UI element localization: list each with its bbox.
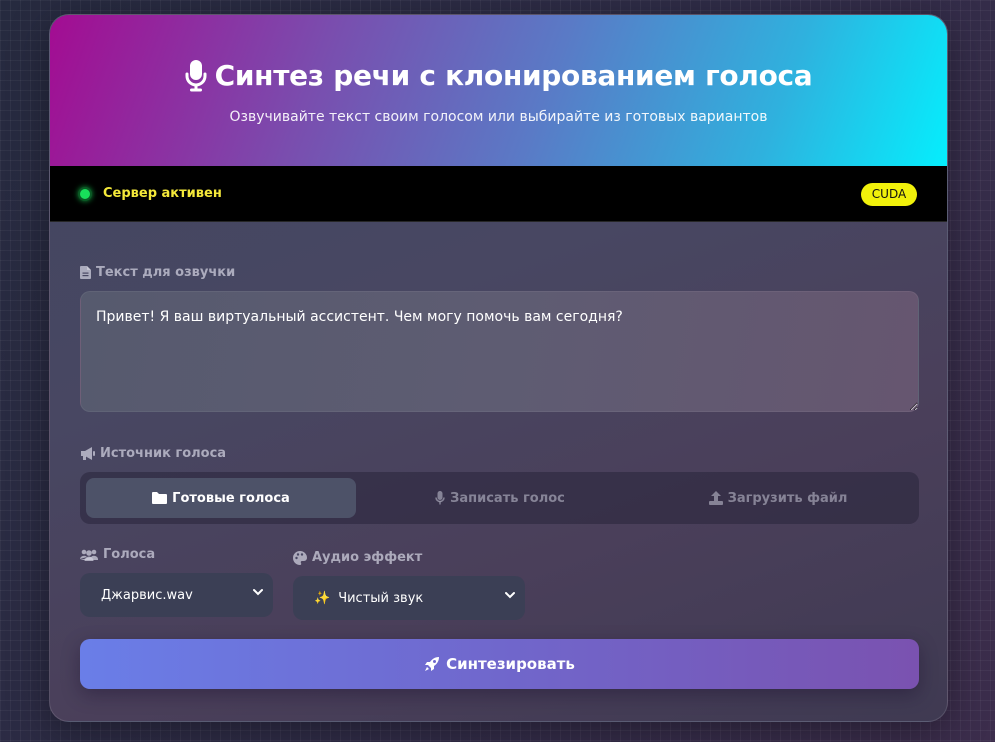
users-icon <box>80 549 98 561</box>
voice-select[interactable]: Джарвис.wav <box>80 573 273 617</box>
rocket-icon <box>425 657 440 671</box>
megaphone-icon <box>81 447 95 460</box>
folder-icon <box>152 492 168 504</box>
status-text: Сервер активен <box>103 186 222 201</box>
audio-effect-select[interactable]: ✨ Чистый звук <box>293 576 525 620</box>
upload-icon <box>708 491 723 505</box>
main-card: Синтез речи с клонированием голоса Озвуч… <box>49 14 948 722</box>
speech-text-input[interactable]: Привет! Я ваш виртуальный ассистент. Чем… <box>80 291 919 412</box>
status-indicator-dot <box>78 187 92 201</box>
tab-record-voice[interactable]: Записать голос <box>365 478 635 518</box>
device-badge: CUDA <box>861 183 917 206</box>
voice-source-label: Источник голоса <box>80 446 226 461</box>
palette-icon <box>293 550 307 565</box>
tab-ready-voices[interactable]: Готовые голоса <box>86 478 356 518</box>
tab-upload-file[interactable]: Загрузить файл <box>643 478 913 518</box>
page-title-row: Синтез речи с клонированием голоса <box>50 59 947 92</box>
voice-source-tabs: Готовые голоса Записать голос Загрузить … <box>80 472 919 524</box>
status-bar: Сервер активен CUDA <box>50 166 947 222</box>
page-subtitle: Озвучивайте текст своим голосом или выби… <box>229 109 768 125</box>
chevron-down-icon <box>505 592 515 599</box>
microphone-icon <box>185 59 207 91</box>
audio-effect-label: Аудио эффект <box>293 550 422 565</box>
header: Синтез речи с клонированием голоса Озвуч… <box>50 15 947 166</box>
microphone-icon <box>435 491 445 505</box>
file-text-icon <box>80 266 91 279</box>
voices-label: Голоса <box>80 547 155 562</box>
page-title: Синтез речи с клонированием голоса <box>214 59 813 92</box>
sparkles-icon: ✨ <box>314 590 331 606</box>
synthesize-button[interactable]: Синтезировать <box>80 639 919 689</box>
text-input-label: Текст для озвучки <box>80 265 235 280</box>
chevron-down-icon <box>253 589 263 596</box>
